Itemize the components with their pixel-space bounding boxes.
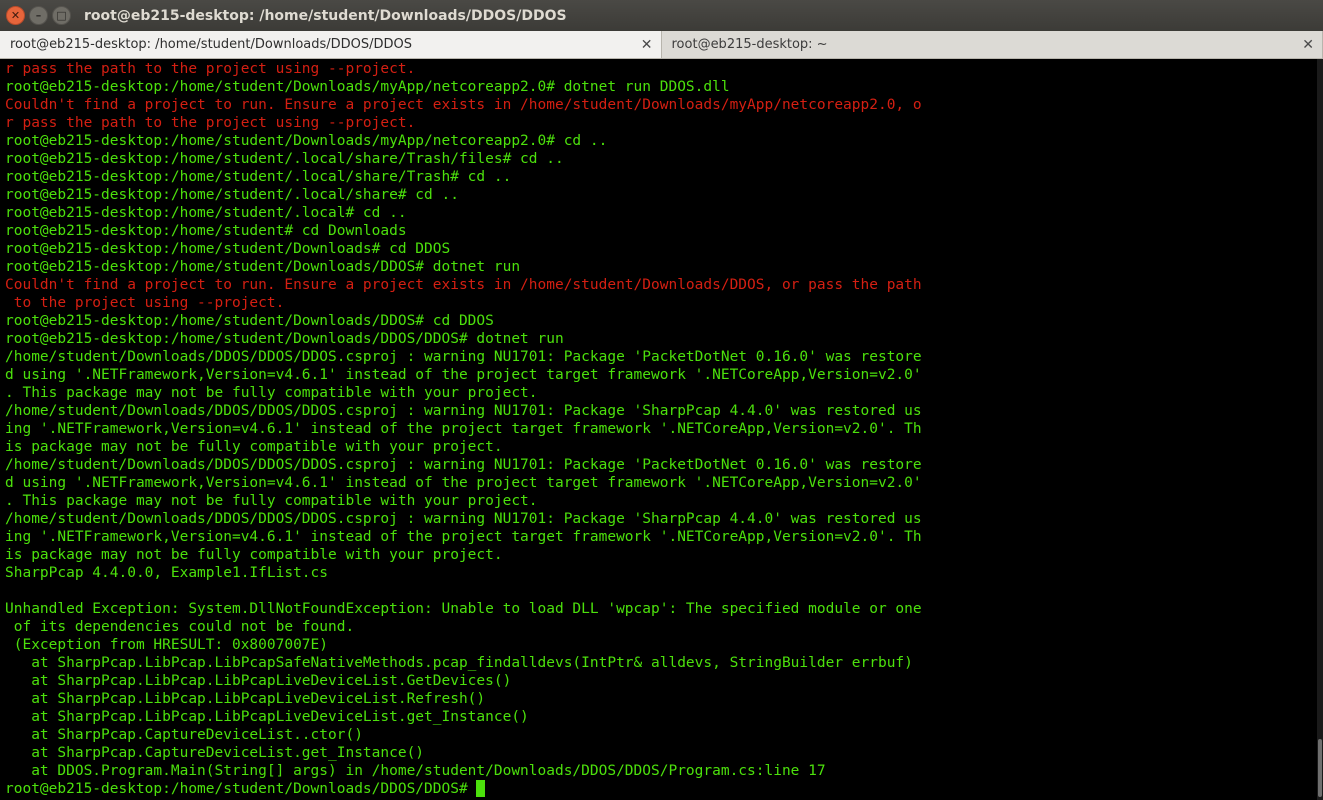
terminal-line: is package may not be fully compatible w… xyxy=(5,547,503,563)
tab-close-icon[interactable]: ✕ xyxy=(1302,37,1314,53)
maximize-window-button[interactable]: □ xyxy=(52,6,71,25)
terminal-line: Unhandled Exception: System.DllNotFoundE… xyxy=(5,601,922,617)
minimize-window-button[interactable]: – xyxy=(29,6,48,25)
terminal-line: at SharpPcap.LibPcap.LibPcapLiveDeviceLi… xyxy=(5,691,486,707)
terminal-line: d using '.NETFramework,Version=v4.6.1' i… xyxy=(5,475,922,491)
shell-prompt: root@eb215-desktop:/home/student/Downloa… xyxy=(5,781,477,797)
terminal-line: root@eb215-desktop:/home/student/Downloa… xyxy=(5,133,608,149)
terminal-line: Couldn't find a project to run. Ensure a… xyxy=(5,97,922,113)
close-icon: ✕ xyxy=(10,9,21,22)
terminal-output[interactable]: r pass the path to the project using --p… xyxy=(0,59,1317,800)
terminal-line: /home/student/Downloads/DDOS/DDOS/DDOS.c… xyxy=(5,457,922,473)
terminal-line: root@eb215-desktop:/home/student/Downloa… xyxy=(5,331,564,347)
terminal-line: root@eb215-desktop:/home/student/.local#… xyxy=(5,205,407,221)
terminal-line: at SharpPcap.LibPcap.LibPcapLiveDeviceLi… xyxy=(5,673,512,689)
terminal-scrollbar[interactable] xyxy=(1317,59,1323,800)
terminal-window: ✕ – □ root@eb215-desktop: /home/student/… xyxy=(0,0,1323,800)
terminal-line: root@eb215-desktop:/home/student/Downloa… xyxy=(5,313,494,329)
tab-label: root@eb215-desktop: ~ xyxy=(671,37,828,52)
terminal-line: SharpPcap 4.4.0.0, Example1.IfList.cs xyxy=(5,565,329,581)
terminal-line: r pass the path to the project using --p… xyxy=(5,61,416,77)
terminal-line: root@eb215-desktop:/home/student/.local/… xyxy=(5,151,564,167)
terminal-line: . This package may not be fully compatib… xyxy=(5,385,538,401)
terminal-line: (Exception from HRESULT: 0x8007007E) xyxy=(5,637,329,653)
terminal-line: at SharpPcap.CaptureDeviceList..ctor() xyxy=(5,727,363,743)
terminal-line: root@eb215-desktop:/home/student/Downloa… xyxy=(5,79,730,95)
window-controls: ✕ – □ xyxy=(6,6,71,25)
terminal-line: ing '.NETFramework,Version=v4.6.1' inste… xyxy=(5,529,922,545)
close-window-button[interactable]: ✕ xyxy=(6,6,25,25)
window-titlebar[interactable]: ✕ – □ root@eb215-desktop: /home/student/… xyxy=(0,0,1323,31)
terminal-line: at SharpPcap.LibPcap.LibPcapLiveDeviceLi… xyxy=(5,709,529,725)
window-title: root@eb215-desktop: /home/student/Downlo… xyxy=(84,7,567,24)
terminal-line: root@eb215-desktop:/home/student# cd Dow… xyxy=(5,223,407,239)
terminal-line: is package may not be fully compatible w… xyxy=(5,439,503,455)
terminal-line: root@eb215-desktop:/home/student/.local/… xyxy=(5,187,459,203)
tab-ddos[interactable]: root@eb215-desktop: /home/student/Downlo… xyxy=(0,31,662,58)
terminal-line: /home/student/Downloads/DDOS/DDOS/DDOS.c… xyxy=(5,349,922,365)
tab-close-icon[interactable]: ✕ xyxy=(641,37,653,53)
terminal-line: root@eb215-desktop:/home/student/.local/… xyxy=(5,169,512,185)
tab-bar: root@eb215-desktop: /home/student/Downlo… xyxy=(0,31,1323,59)
terminal-line: Couldn't find a project to run. Ensure a… xyxy=(5,277,922,293)
terminal-prompt-line[interactable]: root@eb215-desktop:/home/student/Downloa… xyxy=(5,780,1317,798)
terminal-line: /home/student/Downloads/DDOS/DDOS/DDOS.c… xyxy=(5,403,922,419)
terminal-line: to the project using --project. xyxy=(5,295,285,311)
scrollbar-thumb[interactable] xyxy=(1318,739,1322,797)
terminal-line: ing '.NETFramework,Version=v4.6.1' inste… xyxy=(5,421,922,437)
terminal-line: root@eb215-desktop:/home/student/Downloa… xyxy=(5,259,521,275)
maximize-icon: □ xyxy=(56,9,67,22)
terminal-line: at SharpPcap.LibPcap.LibPcapSafeNativeMe… xyxy=(5,655,913,671)
tab-home[interactable]: root@eb215-desktop: ~ ✕ xyxy=(662,31,1323,58)
minimize-icon: – xyxy=(35,9,42,22)
terminal-line: of its dependencies could not be found. xyxy=(5,619,355,635)
terminal-line: at SharpPcap.CaptureDeviceList.get_Insta… xyxy=(5,745,425,761)
terminal-line: at DDOS.Program.Main(String[] args) in /… xyxy=(5,763,826,779)
terminal-line: r pass the path to the project using --p… xyxy=(5,115,416,131)
terminal-line: d using '.NETFramework,Version=v4.6.1' i… xyxy=(5,367,922,383)
terminal-line: root@eb215-desktop:/home/student/Downloa… xyxy=(5,241,451,257)
text-cursor xyxy=(476,780,486,797)
terminal-line: /home/student/Downloads/DDOS/DDOS/DDOS.c… xyxy=(5,511,922,527)
terminal-line: . This package may not be fully compatib… xyxy=(5,493,538,509)
tab-label: root@eb215-desktop: /home/student/Downlo… xyxy=(10,37,413,52)
